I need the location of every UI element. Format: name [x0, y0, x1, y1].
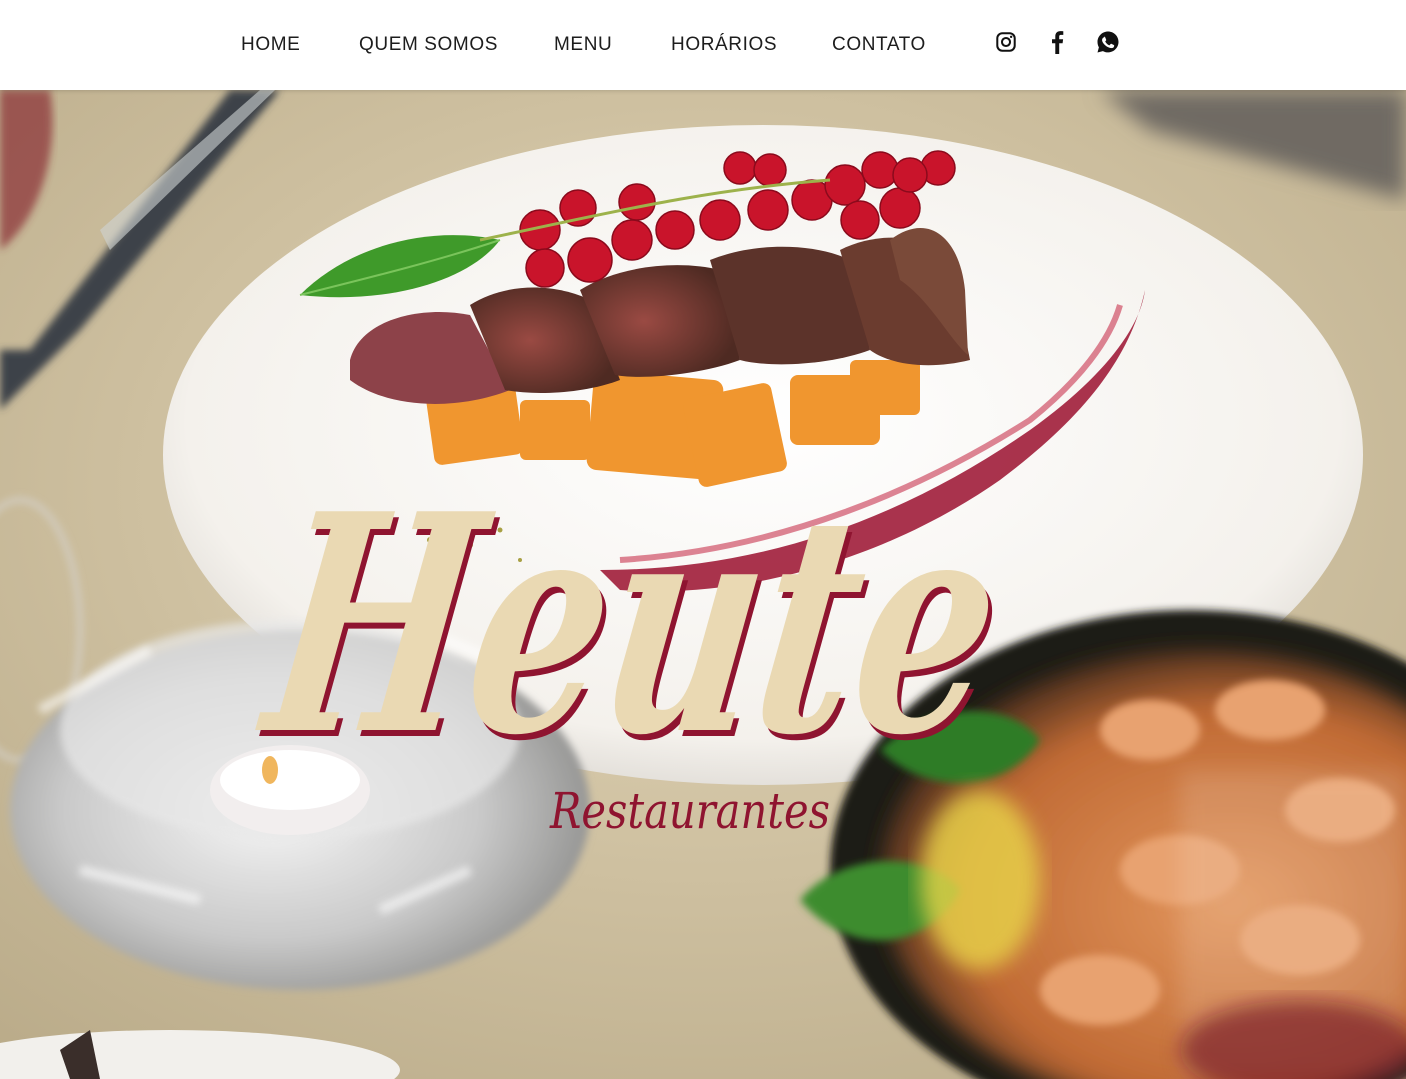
hero-food-photo	[0, 90, 1406, 1079]
top-navbar: HOME QUEM SOMOS MENU HORÁRIOS CONTATO	[0, 0, 1406, 90]
nav-horarios-link[interactable]: HORÁRIOS	[671, 34, 777, 56]
hero-banner: Heute Heute Restaurantes	[0, 90, 1406, 1079]
nav-home-link[interactable]: HOME	[241, 34, 300, 56]
nav-quem-somos-link[interactable]: QUEM SOMOS	[359, 34, 498, 56]
instagram-icon[interactable]	[992, 28, 1020, 56]
nav-contato-link[interactable]: CONTATO	[832, 34, 926, 56]
facebook-icon[interactable]	[1043, 28, 1071, 56]
nav-menu-link[interactable]: MENU	[554, 34, 612, 56]
whatsapp-icon[interactable]	[1094, 28, 1122, 56]
